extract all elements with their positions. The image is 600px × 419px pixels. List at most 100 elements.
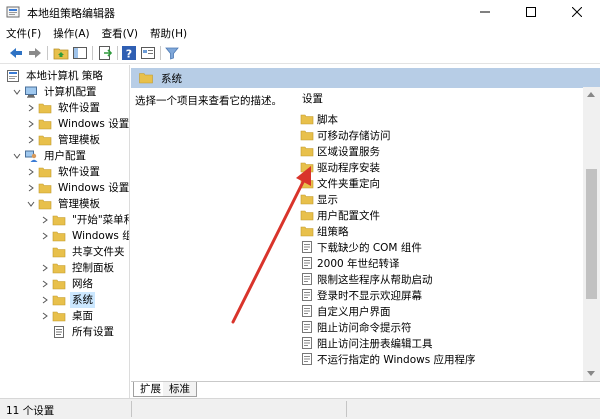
folder-icon bbox=[38, 199, 52, 210]
list-item[interactable]: 组策略 bbox=[300, 223, 349, 239]
list-item[interactable]: 自定义用户界面 bbox=[300, 303, 391, 319]
tree-item-computer-config[interactable]: 计算机配置 bbox=[12, 84, 99, 100]
policy-setting-icon bbox=[302, 289, 312, 301]
chevron-right-icon[interactable] bbox=[26, 180, 36, 196]
policy-setting-icon bbox=[302, 321, 312, 333]
tree-item-admin-templates[interactable]: 管理模板 bbox=[26, 132, 102, 148]
list-item[interactable]: 脚本 bbox=[300, 111, 338, 127]
chevron-down-icon[interactable] bbox=[12, 148, 22, 164]
chevron-right-icon[interactable] bbox=[40, 292, 50, 308]
show-hide-tree-icon[interactable] bbox=[72, 45, 88, 61]
folder-icon bbox=[300, 226, 314, 237]
tree-item-windows-components[interactable]: Windows 组 bbox=[40, 228, 129, 244]
tree-item-system[interactable]: 系统 bbox=[40, 292, 95, 308]
list-item[interactable]: 阻止访问命令提示符 bbox=[300, 319, 412, 335]
toolbar: ? bbox=[0, 42, 600, 64]
list-item[interactable]: 限制这些程序从帮助启动 bbox=[300, 271, 433, 287]
policy-setting-icon bbox=[302, 337, 312, 349]
chevron-right-icon[interactable] bbox=[40, 260, 50, 276]
tree-item-local-policy[interactable]: 本地计算机 策略 bbox=[6, 68, 105, 84]
chevron-down-icon[interactable] bbox=[26, 196, 36, 212]
list-item[interactable]: 区域设置服务 bbox=[300, 143, 380, 159]
tree-item-windows-settings[interactable]: Windows 设置 bbox=[26, 116, 129, 132]
folder-icon bbox=[300, 162, 314, 173]
chevron-right-icon[interactable] bbox=[26, 132, 36, 148]
folder-icon bbox=[300, 178, 314, 189]
scrollbar-thumb[interactable] bbox=[586, 169, 597, 299]
policy-setting-icon bbox=[302, 353, 312, 365]
menu-help[interactable]: 帮助(H) bbox=[144, 24, 193, 42]
tree-item-user-admin-templates[interactable]: 管理模板 bbox=[26, 196, 102, 212]
list-item-driver-installation[interactable]: 驱动程序安装 bbox=[300, 159, 380, 175]
chevron-right-icon[interactable] bbox=[40, 308, 50, 324]
filter-icon[interactable] bbox=[164, 45, 180, 61]
vertical-scrollbar[interactable] bbox=[583, 87, 600, 381]
list-item[interactable]: 下载缺少的 COM 组件 bbox=[300, 239, 422, 255]
close-button[interactable] bbox=[554, 0, 600, 24]
tree-item-user-windows-settings[interactable]: Windows 设置 bbox=[26, 180, 129, 196]
list-item[interactable]: 阻止访问注册表编辑工具 bbox=[300, 335, 433, 351]
folder-icon bbox=[139, 73, 153, 84]
chevron-right-icon[interactable] bbox=[40, 276, 50, 292]
menu-view[interactable]: 查看(V) bbox=[96, 24, 144, 42]
properties-icon[interactable] bbox=[140, 45, 156, 61]
back-icon[interactable] bbox=[8, 45, 24, 61]
tree-item-start-menu[interactable]: "开始"菜单和 bbox=[40, 212, 129, 228]
chevron-right-icon[interactable] bbox=[26, 164, 36, 180]
tree-item-software-settings[interactable]: 软件设置 bbox=[26, 100, 102, 116]
tree-item-all-settings[interactable]: 所有设置 bbox=[40, 324, 116, 340]
tree-item-control-panel[interactable]: 控制面板 bbox=[40, 260, 116, 276]
group-policy-app-icon bbox=[6, 6, 20, 18]
title-bar: 本地组策略编辑器 bbox=[0, 0, 600, 24]
status-text: 11 个设置 bbox=[6, 405, 55, 417]
export-list-icon[interactable] bbox=[97, 45, 113, 61]
help-icon[interactable]: ? bbox=[121, 45, 137, 61]
menu-action[interactable]: 操作(A) bbox=[47, 24, 95, 42]
policy-setting-icon bbox=[302, 273, 312, 285]
list-item[interactable]: 不运行指定的 Windows 应用程序 bbox=[300, 351, 476, 367]
list-item[interactable]: 用户配置文件 bbox=[300, 207, 380, 223]
navigation-tree: 本地计算机 策略 计算机配置 软件设置 Windows 设置 管理模板 用户配置 bbox=[0, 65, 130, 398]
forward-icon[interactable] bbox=[27, 45, 43, 61]
folder-icon bbox=[300, 130, 314, 141]
tree-item-network[interactable]: 网络 bbox=[40, 276, 95, 292]
policy-setting-icon bbox=[302, 305, 312, 317]
up-folder-icon[interactable] bbox=[53, 45, 69, 61]
folder-icon bbox=[300, 194, 314, 205]
list-item[interactable]: 可移动存储访问 bbox=[300, 127, 391, 143]
tree-item-desktop[interactable]: 桌面 bbox=[40, 308, 95, 324]
chevron-right-icon[interactable] bbox=[26, 116, 36, 132]
tree-item-user-config[interactable]: 用户配置 bbox=[12, 148, 88, 164]
list-item[interactable]: 2000 年世纪转译 bbox=[300, 255, 400, 271]
maximize-button[interactable] bbox=[508, 0, 554, 24]
chevron-right-icon[interactable] bbox=[26, 100, 36, 116]
folder-icon bbox=[300, 146, 314, 157]
folder-icon bbox=[52, 215, 66, 226]
scroll-up-icon[interactable] bbox=[587, 92, 595, 97]
menu-bar: 文件(F) 操作(A) 查看(V) 帮助(H) bbox=[0, 24, 600, 42]
details-pane: 系统 选择一个项目来查看它的描述。 设置 脚本 可移动存储访问 区域设置服务 驱… bbox=[131, 65, 600, 398]
minimize-icon bbox=[480, 11, 490, 13]
folder-icon bbox=[38, 183, 52, 194]
tree-item-shared-folders[interactable]: 共享文件夹 bbox=[40, 244, 127, 260]
toolbar-separator bbox=[92, 46, 93, 60]
toolbar-separator bbox=[47, 46, 48, 60]
folder-icon bbox=[52, 231, 66, 242]
list-item[interactable]: 登录时不显示欢迎屏幕 bbox=[300, 287, 422, 303]
chevron-right-icon[interactable] bbox=[40, 228, 50, 244]
tree-item-user-software-settings[interactable]: 软件设置 bbox=[26, 164, 102, 180]
list-item[interactable]: 文件夹重定向 bbox=[300, 175, 380, 191]
folder-icon bbox=[38, 119, 52, 130]
menu-file[interactable]: 文件(F) bbox=[0, 24, 47, 42]
folder-icon bbox=[52, 279, 66, 290]
list-item[interactable]: 显示 bbox=[300, 191, 338, 207]
minimize-button[interactable] bbox=[462, 0, 508, 24]
column-header-setting[interactable]: 设置 bbox=[302, 91, 323, 106]
scroll-down-icon[interactable] bbox=[587, 371, 595, 376]
tab-standard[interactable]: 标准 bbox=[163, 382, 197, 397]
folder-icon bbox=[52, 247, 66, 258]
chevron-right-icon[interactable] bbox=[40, 212, 50, 228]
svg-text:?: ? bbox=[126, 48, 132, 61]
policy-setting-icon bbox=[302, 241, 312, 253]
chevron-down-icon[interactable] bbox=[12, 84, 22, 100]
